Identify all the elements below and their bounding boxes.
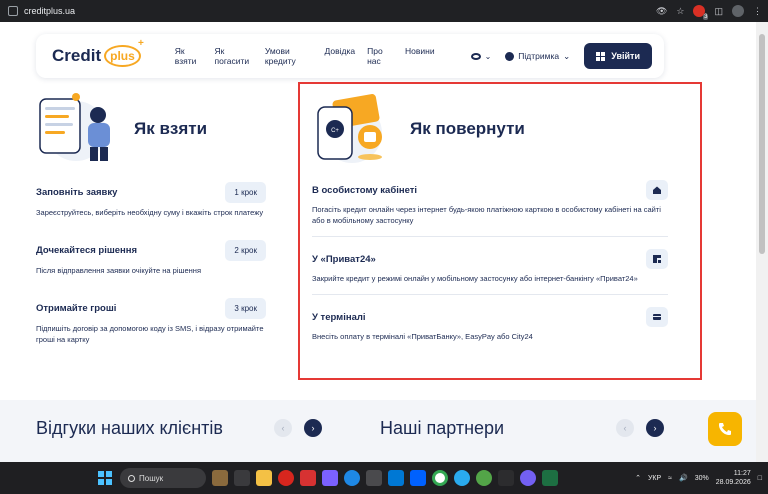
how-to-get-section: Як взяти Заповніть заявку 1 крок Зареєст…: [36, 90, 266, 345]
address-bar[interactable]: creditplus.ua: [0, 0, 75, 22]
url-text[interactable]: creditplus.ua: [24, 6, 75, 16]
step-badge: 1 крок: [225, 182, 266, 203]
clock-time: 11:27: [733, 470, 751, 477]
volume-icon[interactable]: 🔊: [679, 474, 688, 482]
step-badge: 2 крок: [225, 240, 266, 261]
nav-how-to-get[interactable]: Як взяти: [175, 46, 203, 66]
language-indicator[interactable]: УКР: [648, 475, 661, 482]
reviews-title: Відгуки наших клієнтів: [36, 418, 223, 438]
eye-icon: [470, 52, 481, 60]
step-title: Заповніть заявку: [36, 187, 118, 198]
site-info-icon[interactable]: [8, 6, 18, 16]
site-logo[interactable]: Credit plus: [52, 39, 143, 67]
task-view-icon[interactable]: [234, 470, 250, 486]
main-nav: Як взяти Як погасити Умови кредиту Довід…: [175, 46, 435, 66]
wifi-icon[interactable]: ≈: [668, 475, 672, 482]
search-icon: [128, 474, 135, 482]
telegram-icon[interactable]: [454, 470, 470, 486]
scrollbar-thumb[interactable]: [759, 34, 765, 254]
taskbar-apps: [212, 470, 558, 486]
excel-icon[interactable]: [542, 470, 558, 486]
app-icon[interactable]: [498, 470, 514, 486]
clock[interactable]: 11:27 28.09.2026: [716, 469, 751, 487]
step-text: Після відправлення заявки очікуйте на рі…: [36, 266, 202, 275]
logo-text: Credit: [52, 46, 102, 65]
extension-icon[interactable]: 3: [693, 5, 709, 20]
callback-button[interactable]: [708, 412, 742, 446]
dropbox-icon[interactable]: [410, 470, 426, 486]
taskbar-app-icon[interactable]: [212, 470, 228, 486]
nav-help[interactable]: Довідка: [325, 46, 356, 66]
file-explorer-icon[interactable]: [256, 470, 272, 486]
copilot-icon[interactable]: [322, 470, 338, 486]
step-title: Дочекайтеся рішення: [36, 245, 138, 256]
reviews-next-button[interactable]: ›: [304, 419, 322, 437]
how-to-get-title: Як взяти: [134, 119, 208, 138]
chrome-icon[interactable]: [432, 470, 448, 486]
app-icon[interactable]: [366, 470, 382, 486]
site-header: Credit plus Як взяти Як погасити Умови к…: [36, 34, 664, 78]
step-title: Отримайте гроші: [36, 303, 117, 314]
nav-credit-terms[interactable]: Умови кредиту: [265, 46, 313, 66]
step-badge: 3 крок: [225, 298, 266, 319]
phone-icon: [719, 423, 731, 435]
phone-person-illustration: [36, 93, 120, 165]
letter-l-app-icon[interactable]: [300, 470, 316, 486]
support-dropdown[interactable]: Підтримка ⌄: [505, 51, 570, 62]
chat-icon: [505, 51, 515, 61]
nav-news[interactable]: Новини: [405, 46, 435, 66]
extensions-puzzle-icon[interactable]: ◫: [714, 6, 723, 17]
store-icon[interactable]: [388, 470, 404, 486]
chevron-down-icon: ⌄: [484, 51, 492, 61]
opera-icon[interactable]: [278, 470, 294, 486]
chevron-up-icon[interactable]: ⌃: [635, 474, 641, 482]
start-button[interactable]: [98, 471, 112, 485]
clock-date: 28.09.2026: [715, 479, 751, 486]
notifications-icon[interactable]: □: [758, 475, 762, 482]
partners-next-button[interactable]: ›: [646, 419, 664, 437]
windows-taskbar: Пошук ⌃ УКР ≈ 🔊 30% 11:27 28.09.2026 □: [0, 462, 768, 494]
battery-level[interactable]: 30%: [695, 475, 709, 482]
profile-avatar[interactable]: [732, 5, 744, 17]
viber-icon[interactable]: [520, 470, 536, 486]
step-item: Дочекайтеся рішення 2 крок Після відправ…: [36, 240, 266, 276]
partners-prev-button[interactable]: ‹: [616, 419, 634, 437]
step-item: Заповніть заявку 1 крок Зареєструйтесь, …: [36, 182, 266, 218]
login-label: Увійти: [611, 51, 640, 61]
browser-toolbar: creditplus.ua 👁 ☆ 3 ◫ ⋮: [0, 0, 768, 22]
partners-title: Наші партнери: [380, 418, 505, 438]
reviews-prev-button[interactable]: ‹: [274, 419, 292, 437]
step-text: Зареєструйтесь, виберіть необхідну суму …: [36, 208, 264, 217]
login-button[interactable]: Увійти: [584, 43, 652, 69]
page-scrollbar[interactable]: [756, 22, 768, 462]
nav-about[interactable]: Про нас: [367, 46, 393, 66]
system-tray: ⌃ УКР ≈ 🔊 30% 11:27 28.09.2026 □: [635, 462, 762, 494]
web-page: Credit plus Як взяти Як погасити Умови к…: [0, 22, 768, 462]
edge-icon[interactable]: [344, 470, 360, 486]
step-item: Отримайте гроші 3 крок Підпишіть договір…: [36, 298, 266, 345]
utorrent-icon[interactable]: [476, 470, 492, 486]
logo-plus: plus: [104, 39, 143, 67]
bookmark-star-icon[interactable]: ☆: [676, 6, 684, 17]
highlight-box: [298, 82, 702, 380]
search-label: Пошук: [139, 473, 164, 483]
menu-dots-icon[interactable]: ⋮: [753, 6, 762, 17]
nav-how-to-repay[interactable]: Як погасити: [214, 46, 252, 66]
support-label: Підтримка: [518, 51, 560, 61]
extension-badge-count: 3: [703, 14, 709, 20]
windows-icon: [596, 51, 606, 61]
accessibility-toggle[interactable]: ⌄: [470, 51, 492, 61]
chevron-down-icon: ⌄: [563, 50, 571, 61]
taskbar-search[interactable]: Пошук: [120, 468, 206, 488]
step-text: Підпишіть договір за допомогою коду із S…: [36, 324, 264, 344]
hide-eye-icon[interactable]: 👁: [656, 6, 667, 17]
